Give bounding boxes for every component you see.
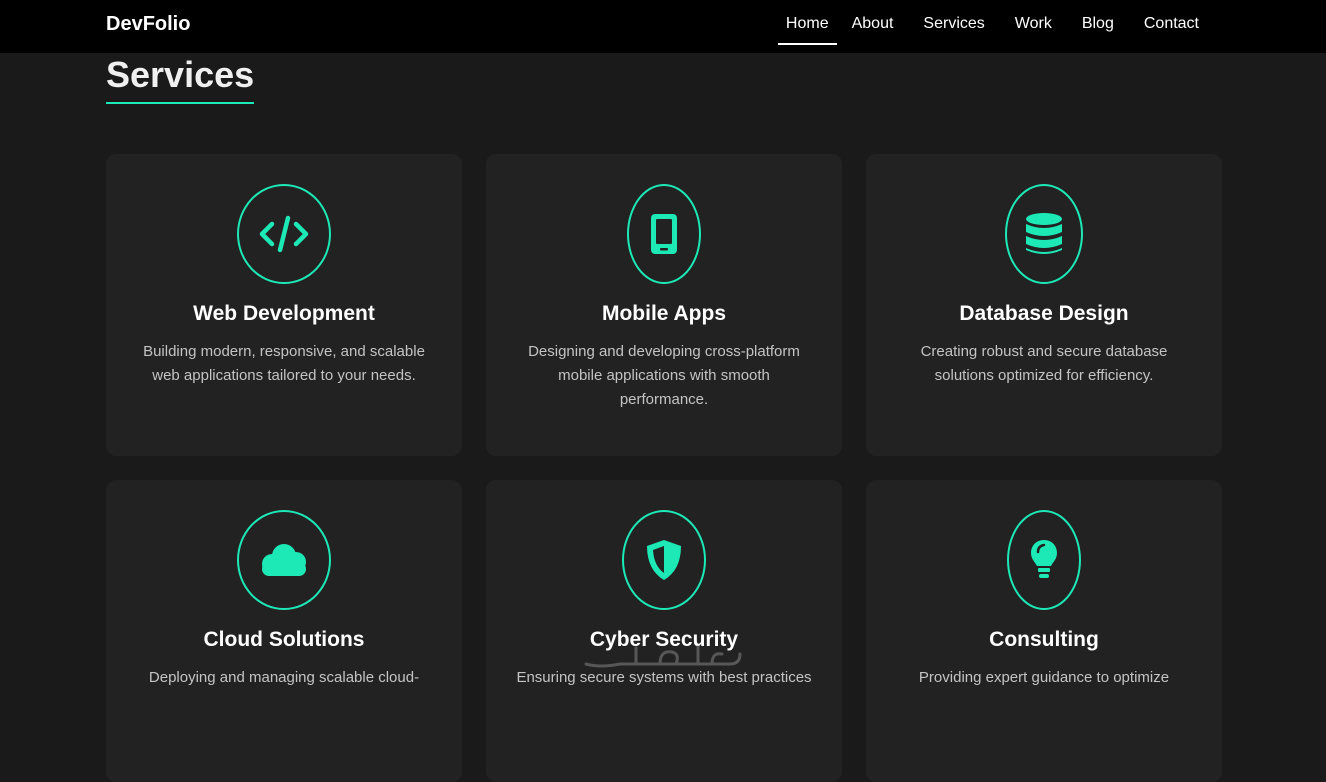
section-title: Services: [106, 52, 255, 104]
service-title: Mobile Apps: [601, 302, 727, 325]
watermark-logo: [580, 634, 746, 674]
nav-work[interactable]: Work: [1000, 0, 1067, 53]
nav-menu: Home About Services Work Blog Contact: [777, 0, 1214, 53]
mobile-icon: [627, 184, 701, 284]
service-card-web-development: Web Development Building modern, respons…: [106, 154, 462, 456]
service-title: Cloud Solutions: [203, 628, 365, 651]
nav-home[interactable]: Home: [777, 0, 837, 53]
shield-icon: [622, 510, 706, 610]
service-title: Database Design: [959, 302, 1129, 325]
service-description: Deploying and managing scalable cloud-: [148, 669, 420, 686]
service-title: Consulting: [989, 628, 1099, 651]
service-description: Designing and developing cross-platform …: [528, 343, 800, 408]
nav-contact[interactable]: Contact: [1129, 0, 1214, 53]
code-icon: [237, 184, 331, 284]
navbar: DevFolio Home About Services Work Blog C…: [0, 0, 1326, 53]
cloud-icon: [237, 510, 331, 610]
service-card-database-design: Database Design Creating robust and secu…: [866, 154, 1222, 456]
service-card-cyber-security: Cyber Security Ensuring secure systems w…: [486, 480, 842, 782]
service-description: Building modern, responsive, and scalabl…: [143, 343, 425, 384]
service-description: Providing expert guidance to optimize: [918, 669, 1170, 686]
brand-logo[interactable]: DevFolio: [106, 13, 190, 36]
lightbulb-icon: [1007, 510, 1081, 610]
service-card-cloud-solutions: Cloud Solutions Deploying and managing s…: [106, 480, 462, 782]
service-title: Web Development: [193, 302, 375, 325]
nav-services[interactable]: Services: [908, 0, 999, 53]
service-card-consulting: Consulting Providing expert guidance to …: [866, 480, 1222, 782]
database-icon: [1005, 184, 1083, 284]
nav-about[interactable]: About: [837, 0, 909, 53]
service-card-mobile-apps: Mobile Apps Designing and developing cro…: [486, 154, 842, 456]
nav-blog[interactable]: Blog: [1067, 0, 1129, 53]
service-description: Creating robust and secure database solu…: [920, 343, 1168, 384]
